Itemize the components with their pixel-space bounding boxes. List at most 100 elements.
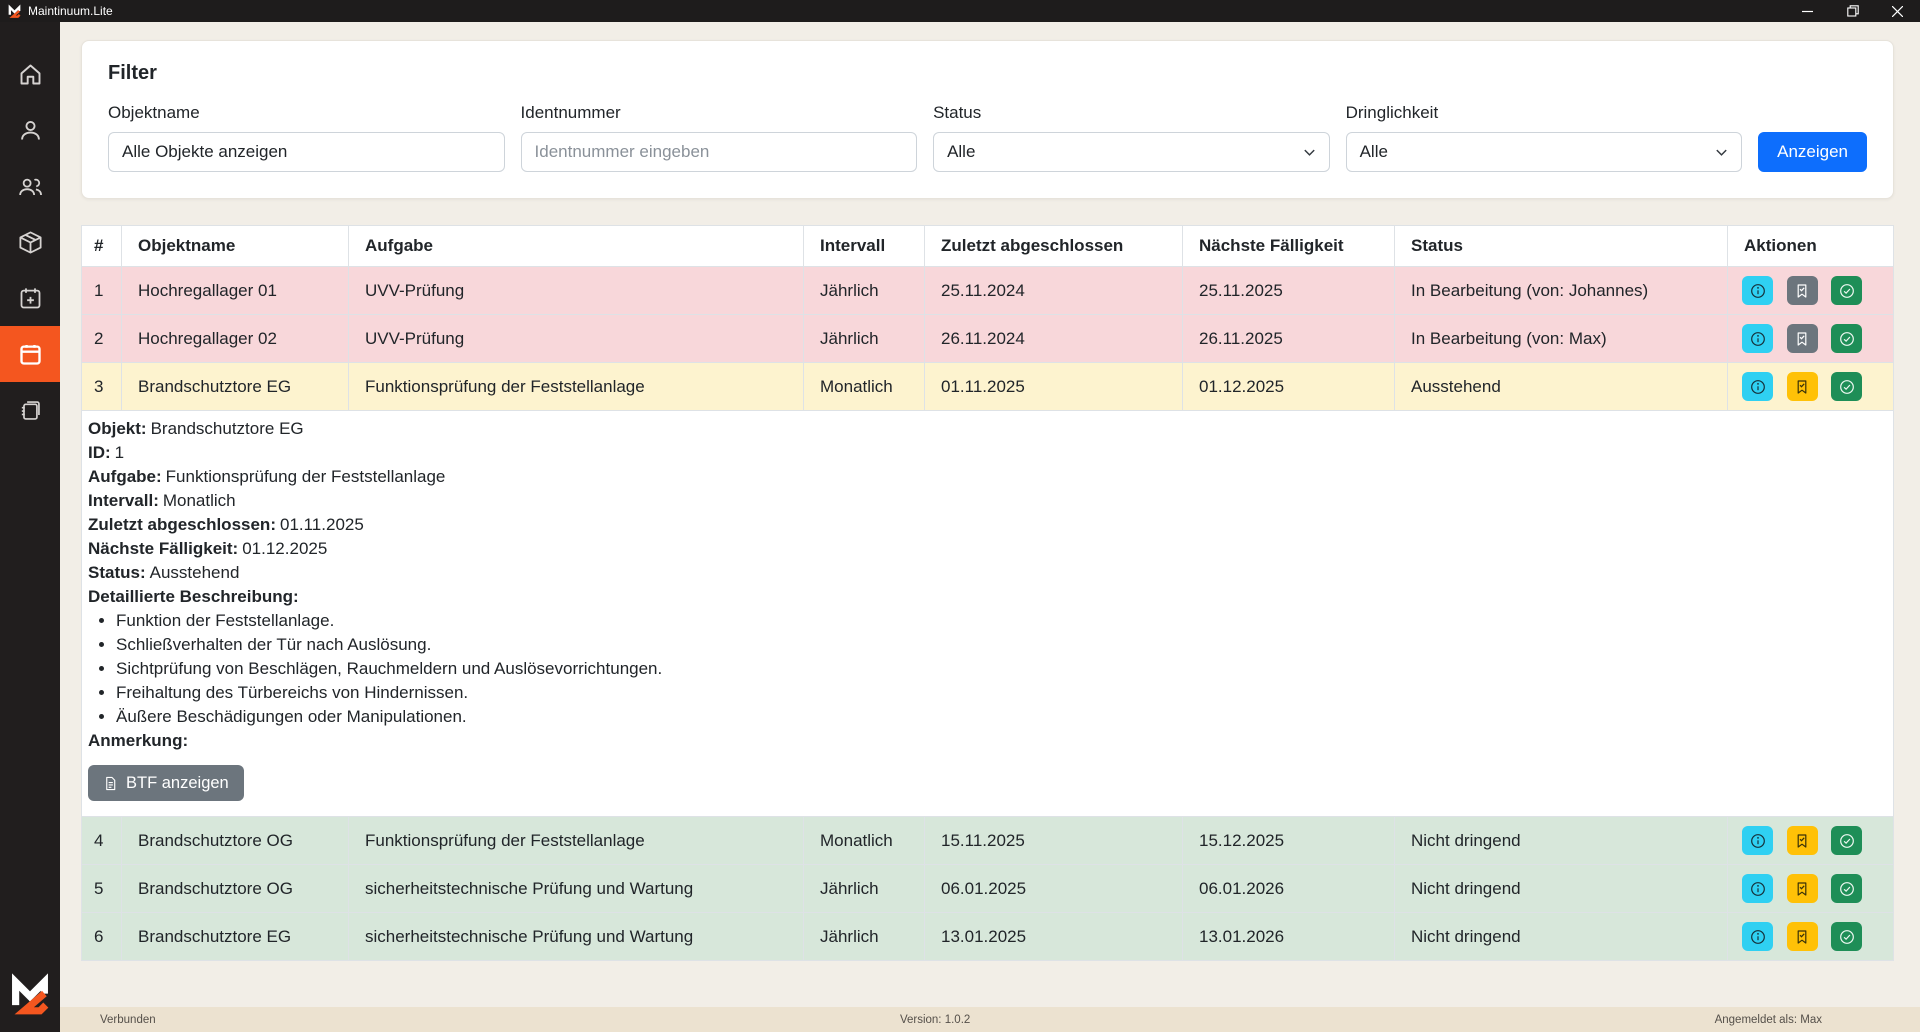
status-label: Status bbox=[933, 103, 1330, 123]
header-zuletzt: Zuletzt abgeschlossen bbox=[925, 226, 1183, 267]
cell-num: 3 bbox=[82, 363, 122, 411]
info-button[interactable] bbox=[1742, 276, 1773, 305]
filter-field-dringlichkeit: Dringlichkeit Alle bbox=[1346, 103, 1743, 172]
task-detail-row: Objekt:Brandschutztore EGID:1Aufgabe:Fun… bbox=[82, 411, 1894, 817]
cell-naechste: 06.01.2026 bbox=[1183, 865, 1395, 913]
cell-aufgabe: UVV-Prüfung bbox=[349, 267, 804, 315]
table-row[interactable]: 3 Brandschutztore EG Funktionsprüfung de… bbox=[82, 363, 1894, 411]
bookmark-button[interactable] bbox=[1787, 324, 1818, 353]
cell-aktionen bbox=[1728, 267, 1894, 315]
identnummer-input[interactable] bbox=[521, 132, 918, 172]
detail-field: Zuletzt abgeschlossen:01.11.2025 bbox=[88, 513, 1873, 537]
status-select[interactable]: Alle bbox=[933, 132, 1330, 172]
info-button[interactable] bbox=[1742, 324, 1773, 353]
bookmark-check-icon bbox=[1794, 833, 1810, 849]
detail-description-heading: Detaillierte Beschreibung: bbox=[88, 585, 1873, 609]
filter-field-identnummer: Identnummer bbox=[521, 103, 918, 172]
header-aufgabe: Aufgabe bbox=[349, 226, 804, 267]
cell-intervall: Monatlich bbox=[804, 363, 925, 411]
detail-bullet: Freihaltung des Türbereichs von Hinderni… bbox=[116, 681, 1873, 705]
info-button[interactable] bbox=[1742, 874, 1773, 903]
tasks-table: # Objektname Aufgabe Intervall Zuletzt a… bbox=[81, 225, 1894, 961]
sidebar-item-new-entry[interactable] bbox=[0, 270, 60, 326]
journal-icon bbox=[17, 397, 44, 424]
connection-status: Verbunden bbox=[100, 1014, 156, 1026]
cell-zuletzt: 06.01.2025 bbox=[925, 865, 1183, 913]
cell-status: In Bearbeitung (von: Max) bbox=[1395, 315, 1728, 363]
filter-field-status: Status Alle bbox=[933, 103, 1330, 172]
users-icon bbox=[17, 173, 44, 200]
sidebar-item-objects[interactable] bbox=[0, 214, 60, 270]
detail-field: Aufgabe:Funktionsprüfung der Feststellan… bbox=[88, 465, 1873, 489]
filter-card: Filter Objektname Identnummer Status All… bbox=[81, 40, 1894, 199]
cell-naechste: 13.01.2026 bbox=[1183, 913, 1395, 961]
table-row[interactable]: 1 Hochregallager 01 UVV-Prüfung Jährlich… bbox=[82, 267, 1894, 315]
complete-button[interactable] bbox=[1831, 372, 1862, 401]
info-icon bbox=[1750, 283, 1766, 299]
version-label: Version: 1.0.2 bbox=[900, 1014, 970, 1026]
chevron-down-icon bbox=[1714, 145, 1729, 160]
table-row[interactable]: 5 Brandschutztore OG sicherheitstechnisc… bbox=[82, 865, 1894, 913]
info-icon bbox=[1750, 331, 1766, 347]
complete-button[interactable] bbox=[1831, 922, 1862, 951]
app-logo-icon bbox=[7, 4, 22, 19]
task-detail-panel: Objekt:Brandschutztore EGID:1Aufgabe:Fun… bbox=[88, 417, 1873, 801]
restore-icon[interactable] bbox=[1830, 0, 1875, 22]
status-select-value: Alle bbox=[947, 142, 975, 162]
bookmark-button[interactable] bbox=[1787, 922, 1818, 951]
bookmark-check-icon bbox=[1794, 929, 1810, 945]
cell-objektname: Brandschutztore EG bbox=[122, 913, 349, 961]
btf-anzeigen-button[interactable]: BTF anzeigen bbox=[88, 765, 244, 801]
header-objektname: Objektname bbox=[122, 226, 349, 267]
cell-objektname: Brandschutztore EG bbox=[122, 363, 349, 411]
calendar-icon bbox=[17, 341, 44, 368]
table-row[interactable]: 6 Brandschutztore EG sicherheitstechnisc… bbox=[82, 913, 1894, 961]
info-button[interactable] bbox=[1742, 372, 1773, 401]
sidebar-item-home[interactable] bbox=[0, 46, 60, 102]
sidebar-item-journal[interactable] bbox=[0, 382, 60, 438]
sidebar-item-maintenance-plan[interactable] bbox=[0, 326, 60, 382]
objektname-input[interactable] bbox=[108, 132, 505, 172]
info-icon bbox=[1750, 881, 1766, 897]
bookmark-button[interactable] bbox=[1787, 372, 1818, 401]
filter-title: Filter bbox=[108, 62, 1867, 85]
home-icon bbox=[17, 61, 44, 88]
sidebar-item-users[interactable] bbox=[0, 158, 60, 214]
minimize-icon[interactable] bbox=[1785, 0, 1830, 22]
cell-intervall: Jährlich bbox=[804, 315, 925, 363]
complete-button[interactable] bbox=[1831, 874, 1862, 903]
detail-field: Status:Ausstehend bbox=[88, 561, 1873, 585]
table-row[interactable]: 4 Brandschutztore OG Funktionsprüfung de… bbox=[82, 817, 1894, 865]
close-icon[interactable] bbox=[1875, 0, 1920, 22]
header-naechste: Nächste Fälligkeit bbox=[1183, 226, 1395, 267]
cell-objektname: Brandschutztore OG bbox=[122, 865, 349, 913]
cell-zuletzt: 01.11.2025 bbox=[925, 363, 1183, 411]
cell-num: 2 bbox=[82, 315, 122, 363]
cell-zuletzt: 25.11.2024 bbox=[925, 267, 1183, 315]
bookmark-button[interactable] bbox=[1787, 874, 1818, 903]
info-icon bbox=[1750, 833, 1766, 849]
chevron-down-icon bbox=[1302, 145, 1317, 160]
detail-bullet: Äußere Beschädigungen oder Manipulatione… bbox=[116, 705, 1873, 729]
cell-status: In Bearbeitung (von: Johannes) bbox=[1395, 267, 1728, 315]
cell-status: Nicht dringend bbox=[1395, 817, 1728, 865]
titlebar: Maintinuum.Lite bbox=[0, 0, 1920, 22]
detail-bullet: Schließverhalten der Tür nach Auslösung. bbox=[116, 633, 1873, 657]
cell-status: Nicht dringend bbox=[1395, 913, 1728, 961]
info-button[interactable] bbox=[1742, 922, 1773, 951]
bookmark-button[interactable] bbox=[1787, 826, 1818, 855]
anzeigen-button[interactable]: Anzeigen bbox=[1758, 132, 1867, 172]
complete-button[interactable] bbox=[1831, 826, 1862, 855]
table-row[interactable]: 2 Hochregallager 02 UVV-Prüfung Jährlich… bbox=[82, 315, 1894, 363]
complete-button[interactable] bbox=[1831, 324, 1862, 353]
header-aktionen: Aktionen bbox=[1728, 226, 1894, 267]
info-button[interactable] bbox=[1742, 826, 1773, 855]
cell-num: 6 bbox=[82, 913, 122, 961]
bookmark-button[interactable] bbox=[1787, 276, 1818, 305]
dringlichkeit-select[interactable]: Alle bbox=[1346, 132, 1743, 172]
cell-aufgabe: UVV-Prüfung bbox=[349, 315, 804, 363]
sidebar-item-user[interactable] bbox=[0, 102, 60, 158]
maintinuum-logo bbox=[7, 972, 53, 1018]
cell-aktionen bbox=[1728, 817, 1894, 865]
complete-button[interactable] bbox=[1831, 276, 1862, 305]
